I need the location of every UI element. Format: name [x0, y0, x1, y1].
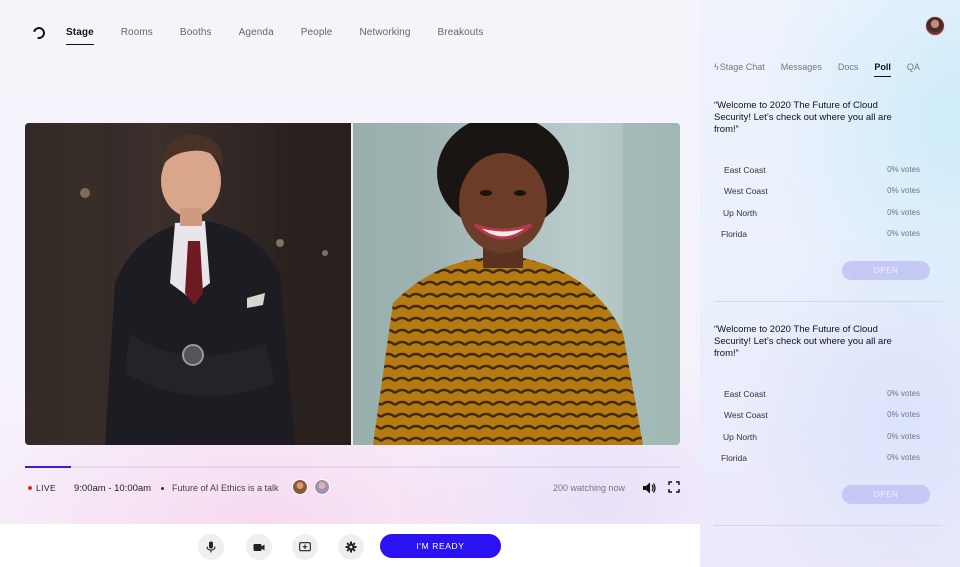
- separator-dot: [161, 487, 164, 490]
- gear-icon: [345, 541, 357, 553]
- stream-info-bar: LIVE 9:00am - 10:00am Future of AI Ethic…: [28, 479, 683, 497]
- speaker-man-image: [25, 123, 351, 445]
- nav-people[interactable]: People: [301, 27, 333, 38]
- watching-count: 200 watching now: [553, 483, 626, 493]
- mic-button[interactable]: [198, 534, 224, 560]
- poll-option-votes: 0% votes: [887, 208, 920, 217]
- poll-question: “Welcome to 2020 The Future of Cloud Sec…: [714, 324, 892, 359]
- poll-option-votes: 0% votes: [887, 453, 920, 462]
- poll-option[interactable]: West Coast: [724, 410, 768, 420]
- poll-question: “Welcome to 2020 The Future of Cloud Sec…: [714, 100, 892, 135]
- camera-button[interactable]: [246, 534, 272, 560]
- speaker-avatar[interactable]: [314, 479, 330, 495]
- tab-poll[interactable]: Poll: [874, 62, 891, 77]
- poll-option-votes: 0% votes: [887, 229, 920, 238]
- user-avatar[interactable]: [925, 16, 945, 36]
- poll-card: “Welcome to 2020 The Future of Cloud Sec…: [714, 324, 944, 534]
- mic-icon: [206, 541, 216, 553]
- poll-option[interactable]: Up North: [723, 208, 757, 218]
- video-stage: [25, 123, 680, 445]
- camera-icon: [253, 543, 265, 551]
- speaker-tile-man: [25, 123, 351, 445]
- poll-divider: [714, 301, 942, 302]
- nav-networking[interactable]: Networking: [359, 27, 410, 38]
- poll-option-votes: 0% votes: [887, 165, 920, 174]
- tab-stage-chat[interactable]: ϟStage Chat: [714, 62, 765, 72]
- live-badge: LIVE: [28, 483, 56, 493]
- poll-divider: [714, 525, 942, 526]
- nav-breakouts[interactable]: Breakouts: [438, 27, 484, 38]
- nav-rooms[interactable]: Rooms: [121, 27, 153, 38]
- bottom-toolbar: I'M READY: [0, 524, 700, 567]
- tab-qa[interactable]: QA: [907, 62, 920, 72]
- session-time: 9:00am - 10:00am: [74, 483, 152, 494]
- settings-button[interactable]: [338, 534, 364, 560]
- volume-icon[interactable]: [642, 481, 656, 495]
- poll-open-button[interactable]: OPEN: [842, 261, 930, 280]
- speaker-avatar[interactable]: [292, 479, 308, 495]
- poll-option[interactable]: Florida: [721, 453, 747, 463]
- nav-stage[interactable]: Stage: [66, 27, 94, 45]
- screen-share-icon: [299, 542, 311, 552]
- speaker-tile-woman: [353, 123, 680, 445]
- side-panel-tabs: ϟStage Chat Messages Docs Poll QA: [714, 62, 936, 77]
- poll-option-votes: 0% votes: [887, 432, 920, 441]
- poll-option-votes: 0% votes: [887, 186, 920, 195]
- nav-booths[interactable]: Booths: [180, 27, 212, 38]
- poll-option[interactable]: East Coast: [724, 389, 766, 399]
- fullscreen-icon[interactable]: [668, 481, 680, 493]
- tab-messages[interactable]: Messages: [781, 62, 822, 72]
- bolt-icon: ϟ: [714, 62, 719, 72]
- live-label: LIVE: [36, 483, 57, 493]
- nav-agenda[interactable]: Agenda: [239, 27, 274, 38]
- tab-stage-chat-label: Stage Chat: [719, 62, 765, 72]
- live-dot-icon: [28, 486, 32, 490]
- session-title: Future of AI Ethics is a talk: [172, 483, 279, 493]
- poll-option-votes: 0% votes: [887, 389, 920, 398]
- speaker-woman-image: [353, 123, 680, 445]
- poll-option-votes: 0% votes: [887, 410, 920, 419]
- poll-option[interactable]: West Coast: [724, 186, 768, 196]
- stream-progress-fill: [25, 466, 71, 468]
- poll-open-button[interactable]: OPEN: [842, 485, 930, 504]
- poll-option[interactable]: East Coast: [724, 165, 766, 175]
- im-ready-button[interactable]: I'M READY: [380, 534, 501, 558]
- poll-option[interactable]: Florida: [721, 229, 747, 239]
- stream-progress-bar[interactable]: [25, 466, 680, 468]
- tab-docs[interactable]: Docs: [838, 62, 859, 72]
- top-nav: Stage Rooms Booths Agenda People Network…: [66, 27, 510, 45]
- poll-card: “Welcome to 2020 The Future of Cloud Sec…: [714, 100, 944, 310]
- screen-share-button[interactable]: [292, 534, 318, 560]
- poll-option[interactable]: Up North: [723, 432, 757, 442]
